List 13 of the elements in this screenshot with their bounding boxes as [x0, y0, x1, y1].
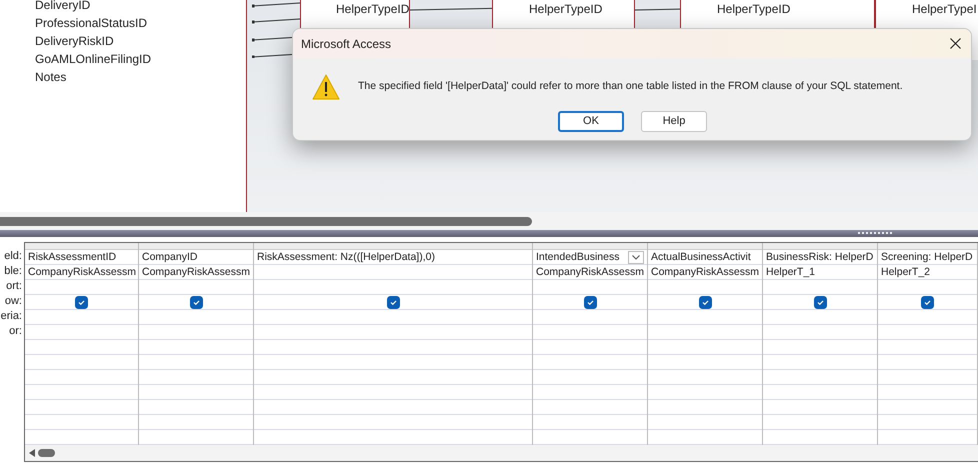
row-label: or: — [9, 324, 23, 339]
row-label: ort: — [6, 279, 23, 294]
dialog-message: The specified field '[HelperData]' could refer to more than one table listed in the FROM clause of your SQL statement. — [358, 79, 903, 94]
dialog-title: Microsoft Access — [301, 36, 392, 52]
row-label: eria: — [0, 309, 23, 324]
row-label: ble: — [4, 264, 23, 279]
row-label: ow: — [4, 294, 23, 309]
field-text: RiskAssessment: Nz(([HelperData]),0) — [257, 250, 435, 264]
field-text: IntendedBusiness — [536, 250, 620, 264]
field-text: CompanyID — [142, 250, 198, 264]
field-text: ActualBusinessActivit — [651, 250, 751, 264]
field-text: RiskAssessmentID — [28, 250, 116, 264]
row-label: eld: — [4, 249, 23, 264]
